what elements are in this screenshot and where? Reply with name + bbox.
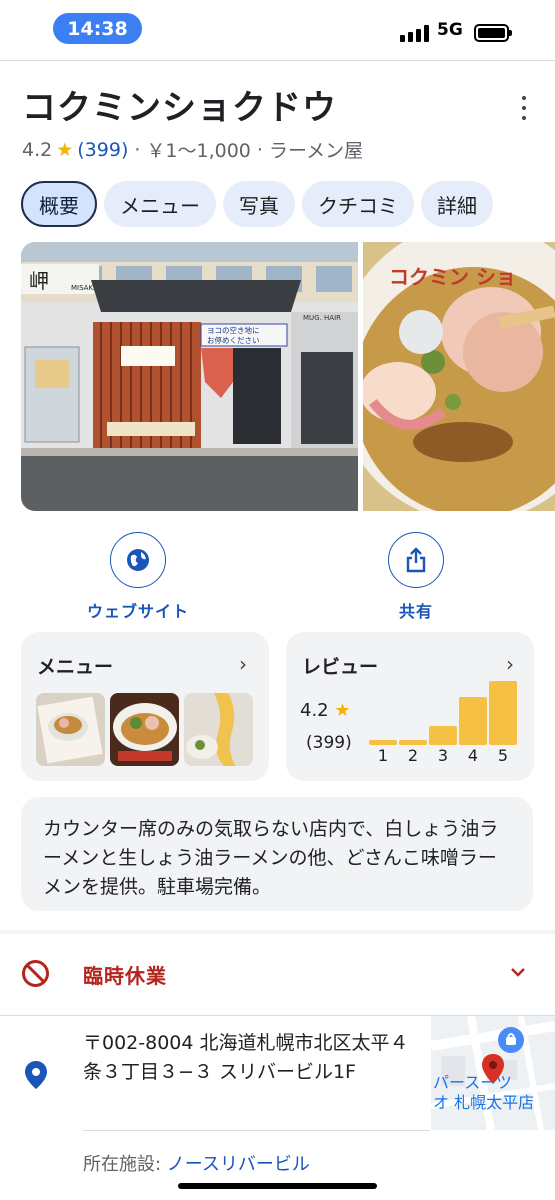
globe-icon — [110, 532, 166, 588]
description-box: カウンター席のみの気取らない店内で、白しょう油ラーメンと生しょう油ラーメンの他、… — [21, 797, 533, 911]
review-rating-value: 4.2 — [300, 700, 329, 721]
temporarily-closed-row[interactable]: 臨時休業 — [0, 943, 555, 1003]
section-divider — [0, 930, 555, 934]
rating-bar-3 — [429, 726, 457, 745]
review-count: (399) — [306, 733, 352, 753]
meta-separator: · — [134, 138, 141, 161]
temporarily-closed-label: 臨時休業 — [83, 964, 167, 988]
rating-bar-4 — [459, 697, 487, 745]
rating-bar-1 — [369, 740, 397, 745]
meta-separator: · — [256, 138, 263, 161]
share-button[interactable]: 共有 — [346, 532, 486, 622]
rating-bar-label: 1 — [377, 746, 389, 765]
home-indicator[interactable] — [178, 1183, 377, 1189]
rating-bar-5 — [489, 681, 517, 745]
chevron-down-icon — [511, 968, 525, 977]
map-poi-label: パースーツ — [433, 1073, 512, 1092]
price-range: ￥1〜1,000 — [146, 140, 251, 162]
place-title: コクミンショクドウ — [22, 88, 337, 128]
review-card-title: レビュー — [302, 656, 379, 678]
rating-bar-label: 3 — [437, 746, 449, 765]
prohibited-icon — [22, 960, 49, 987]
location-pin-icon — [25, 1061, 47, 1089]
facility-label: 所在施設: — [83, 1154, 167, 1175]
rating-bar-label: 4 — [467, 746, 479, 765]
sign-left-text: 岬 — [29, 269, 49, 293]
bowl-rim-text: コクミン ショ — [389, 265, 516, 289]
star-icon: ★ — [56, 138, 74, 161]
parking-sign-line1: ヨコの空き地に — [207, 325, 260, 335]
review-rating: 4.2 ★ — [300, 700, 351, 721]
tab-photos[interactable]: 写真 — [223, 181, 295, 227]
battery-icon — [474, 24, 512, 42]
rating-value: 4.2 — [22, 138, 53, 161]
parking-sign-line2: お停めください — [207, 335, 260, 345]
tab-overview[interactable]: 概要 — [21, 181, 97, 227]
chevron-right-icon: › — [239, 652, 247, 676]
website-label: ウェブサイト — [86, 602, 189, 621]
address-divider — [83, 1130, 430, 1131]
map-poi-label: オ 札幌太平店 — [433, 1093, 534, 1112]
status-bar: 14:38 5G — [0, 0, 555, 58]
tab-menu[interactable]: メニュー — [104, 181, 216, 227]
share-icon — [388, 532, 444, 588]
menu-thumbnail[interactable] — [110, 693, 179, 766]
map-thumbnail[interactable]: パースーツ オ 札幌太平店 — [431, 1016, 555, 1130]
sign-left-sub: MISAKI — [71, 284, 95, 292]
status-time: 14:38 — [53, 13, 142, 44]
place-category: ラーメン屋 — [268, 140, 364, 162]
storefront-photo[interactable]: 岬 MISAKI ヨコの空き地に お停めください MUG. HAIR — [21, 242, 358, 511]
review-count-link[interactable]: (399) — [77, 139, 128, 161]
place-meta: 4.2 ★ (399) · ￥1〜1,000 · ラーメン屋 — [22, 136, 363, 163]
network-label: 5G — [437, 20, 463, 40]
facility-link[interactable]: ノースリバービル — [167, 1154, 310, 1175]
facility-row: 所在施設: ノースリバービル — [83, 1150, 310, 1176]
website-button[interactable]: ウェブサイト — [68, 532, 208, 622]
star-icon: ★ — [334, 700, 351, 721]
more-options-icon[interactable] — [516, 96, 532, 120]
chevron-right-icon: › — [506, 652, 514, 676]
ramen-photo[interactable]: コクミン ショ — [363, 242, 555, 511]
menu-card-title: メニュー — [37, 656, 114, 678]
menu-thumbnail[interactable] — [36, 693, 105, 766]
tab-reviews[interactable]: クチコミ — [302, 181, 414, 227]
signal-icon — [400, 24, 430, 42]
rating-bar-label: 5 — [497, 746, 509, 765]
top-divider — [0, 60, 555, 61]
tab-details[interactable]: 詳細 — [421, 181, 493, 227]
menu-thumbnail[interactable] — [184, 693, 253, 766]
rating-bar-label: 2 — [407, 746, 419, 765]
sign-right-text: MUG. HAIR — [303, 314, 341, 322]
tab-bar: 概要 メニュー 写真 クチコミ 詳細 — [21, 181, 493, 227]
rating-bar-2 — [399, 740, 427, 745]
share-label: 共有 — [398, 602, 433, 621]
address-text[interactable]: 〒002-8004 北海道札幌市北区太平４条３丁目３−３ スリバービル1F — [83, 1029, 423, 1087]
